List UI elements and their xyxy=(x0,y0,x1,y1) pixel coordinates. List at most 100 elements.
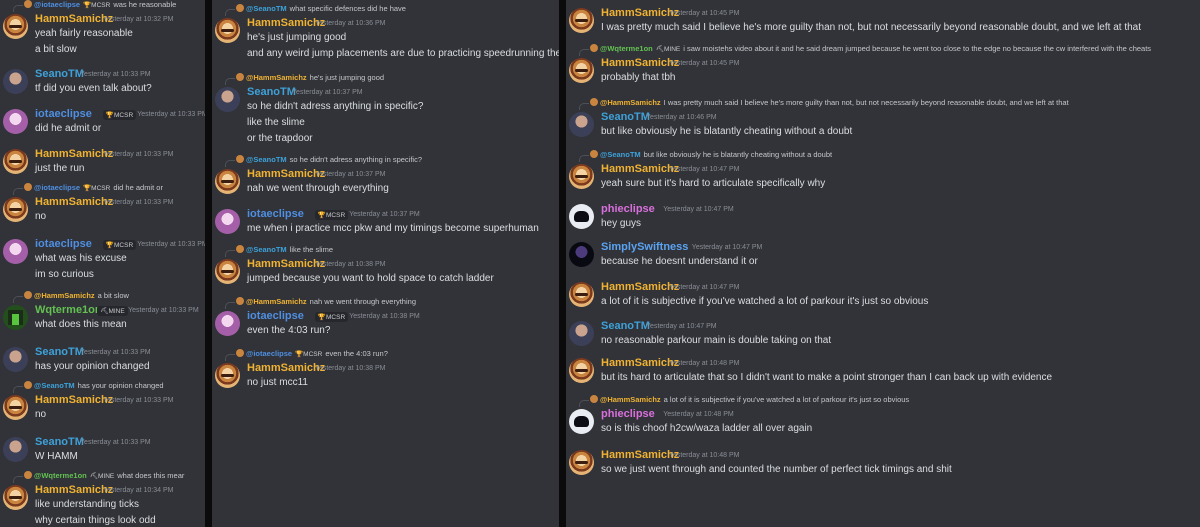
avatar[interactable] xyxy=(569,282,594,307)
reply-author[interactable]: @SeanoTM xyxy=(246,155,287,164)
chat-column-3: HammSamichz Yesterday at 10:45 PM I was pr… xyxy=(566,0,1200,527)
reply-author[interactable]: @iotaeclipse xyxy=(34,0,80,9)
reply-preview[interactable]: @iotaeclipse 🏆MCSR was he reasonable xyxy=(24,0,176,9)
author-name[interactable]: iotaeclipse xyxy=(35,108,92,120)
avatar[interactable] xyxy=(3,305,28,330)
role-tag[interactable]: 🏆MCSR xyxy=(314,210,349,220)
reply-preview[interactable]: @SeanoTM what specific defences did he ha… xyxy=(236,4,406,13)
avatar[interactable] xyxy=(215,209,240,234)
avatar[interactable] xyxy=(3,69,28,94)
avatar[interactable] xyxy=(569,321,594,346)
reply-preview[interactable]: @SeanoTM but like obviously he is blatant… xyxy=(590,150,832,159)
avatar[interactable] xyxy=(3,395,28,420)
author-name[interactable]: SeanoTM xyxy=(601,320,650,332)
reply-preview[interactable]: @Wqterme1on ⛏MINE what does this mear xyxy=(24,471,184,480)
author-name[interactable]: SeanoTM xyxy=(35,346,84,358)
author-name[interactable]: HammSamichz xyxy=(247,17,325,29)
author-name[interactable]: SimplySwiftness xyxy=(601,241,688,253)
reply-preview[interactable]: @SeanoTM so he didn't adress anything in … xyxy=(236,155,422,164)
role-tag[interactable]: 🏆MCSR xyxy=(102,240,137,250)
author-name[interactable]: HammSamichz xyxy=(35,13,113,25)
avatar[interactable] xyxy=(215,87,240,112)
reply-author[interactable]: @HammSamichz xyxy=(34,291,95,300)
reply-author[interactable]: @Wqterme1on xyxy=(34,471,87,480)
reply-preview[interactable]: @SeanoTM has your opinion changed xyxy=(24,381,164,390)
author-name[interactable]: Wqterme1on xyxy=(35,304,102,316)
author-name[interactable]: HammSamichz xyxy=(35,196,113,208)
author-name[interactable]: HammSamichz xyxy=(601,57,679,69)
message-text: so is this choof h2cw/waza ladder all ov… xyxy=(601,423,813,434)
avatar[interactable] xyxy=(215,18,240,43)
avatar[interactable] xyxy=(215,259,240,284)
avatar[interactable] xyxy=(569,8,594,33)
avatar[interactable] xyxy=(3,197,28,222)
author-name[interactable]: HammSamichz xyxy=(601,281,679,293)
avatar[interactable] xyxy=(569,58,594,83)
author-name[interactable]: SeanoTM xyxy=(601,111,650,123)
author-name[interactable]: phieclipse xyxy=(601,203,655,215)
author-name[interactable]: SeanoTM xyxy=(35,68,84,80)
reply-preview[interactable]: @HammSamichz a bit slow xyxy=(24,291,129,300)
chat-message: @iotaeclipse 🏆MCSR did he admit or HammSami… xyxy=(0,181,205,241)
avatar[interactable] xyxy=(569,450,594,475)
avatar[interactable] xyxy=(569,112,594,137)
author-name[interactable]: phieclipse xyxy=(601,408,655,420)
author-name[interactable]: iotaeclipse xyxy=(247,208,304,220)
reply-author[interactable]: @SeanoTM xyxy=(246,245,287,254)
avatar[interactable] xyxy=(3,14,28,39)
reply-author[interactable]: @HammSamichz xyxy=(246,73,307,82)
avatar[interactable] xyxy=(3,239,28,264)
author-name[interactable]: HammSamichz xyxy=(35,484,113,496)
avatar[interactable] xyxy=(3,347,28,372)
avatar[interactable] xyxy=(3,485,28,510)
author-name[interactable]: HammSamichz xyxy=(601,163,679,175)
avatar[interactable] xyxy=(215,169,240,194)
reply-preview[interactable]: @HammSamichz nah we went through everythi… xyxy=(236,297,416,306)
avatar[interactable] xyxy=(3,437,28,462)
author-name[interactable]: HammSamichz xyxy=(247,258,325,270)
chat-message: @Wqterme1on ⛏MINE what does this mear HammS… xyxy=(0,469,205,527)
reply-preview[interactable]: @HammSamichz I was pretty much said I bel… xyxy=(590,98,1069,107)
avatar[interactable] xyxy=(215,311,240,336)
reply-author[interactable]: @SeanoTM xyxy=(246,4,287,13)
author-name[interactable]: HammSamichz xyxy=(247,168,325,180)
avatar[interactable] xyxy=(569,204,594,229)
author-name[interactable]: iotaeclipse xyxy=(247,310,304,322)
author-name[interactable]: HammSamichz xyxy=(601,7,679,19)
reply-author[interactable]: @SeanoTM xyxy=(34,381,75,390)
author-name[interactable]: HammSamichz xyxy=(35,394,113,406)
author-name[interactable]: SeanoTM xyxy=(247,86,296,98)
reply-author[interactable]: @HammSamichz xyxy=(600,395,661,404)
message-timestamp: Yesterday at 10:32 PM xyxy=(102,16,174,23)
avatar[interactable] xyxy=(3,149,28,174)
role-tag[interactable]: 🏆MCSR xyxy=(314,312,349,322)
reply-author[interactable]: @iotaeclipse xyxy=(34,183,80,192)
reply-author[interactable]: @iotaeclipse xyxy=(246,349,292,358)
avatar[interactable] xyxy=(569,164,594,189)
author-name[interactable]: HammSamichz xyxy=(601,449,679,461)
reply-author[interactable]: @HammSamichz xyxy=(600,98,661,107)
avatar[interactable] xyxy=(569,242,594,267)
reply-author[interactable]: @SeanoTM xyxy=(600,150,641,159)
avatar[interactable] xyxy=(569,358,594,383)
role-tag[interactable]: ⛏MINE xyxy=(97,306,128,316)
reply-preview[interactable]: @HammSamichz he's just jumping good xyxy=(236,73,384,82)
author-name[interactable]: HammSamichz xyxy=(35,148,113,160)
avatar[interactable] xyxy=(569,409,594,434)
reply-preview[interactable]: @iotaeclipse 🏆MCSR even the 4:03 run? xyxy=(236,349,388,358)
reply-preview[interactable]: @iotaeclipse 🏆MCSR did he admit or xyxy=(24,183,163,192)
reply-role-tag: 🏆MCSR xyxy=(83,185,111,192)
reply-author[interactable]: @HammSamichz xyxy=(246,297,307,306)
role-tag[interactable]: 🏆MCSR xyxy=(102,110,137,120)
reply-author[interactable]: @Wqterme1on xyxy=(600,44,653,53)
avatar[interactable] xyxy=(215,363,240,388)
avatar[interactable] xyxy=(3,109,28,134)
reply-preview[interactable]: @SeanoTM like the slime xyxy=(236,245,333,254)
author-name[interactable]: HammSamichz xyxy=(601,357,679,369)
author-name[interactable]: iotaeclipse xyxy=(35,238,92,250)
reply-preview[interactable]: @HammSamichz a lot of it is subjective if… xyxy=(590,395,909,404)
author-name[interactable]: HammSamichz xyxy=(247,362,325,374)
author-name[interactable]: SeanoTM xyxy=(35,436,84,448)
message-timestamp: Yesterday at 10:48 PM xyxy=(668,452,740,459)
reply-preview[interactable]: @Wqterme1on ⛏MINE i saw moistehs video abo… xyxy=(590,44,1151,53)
